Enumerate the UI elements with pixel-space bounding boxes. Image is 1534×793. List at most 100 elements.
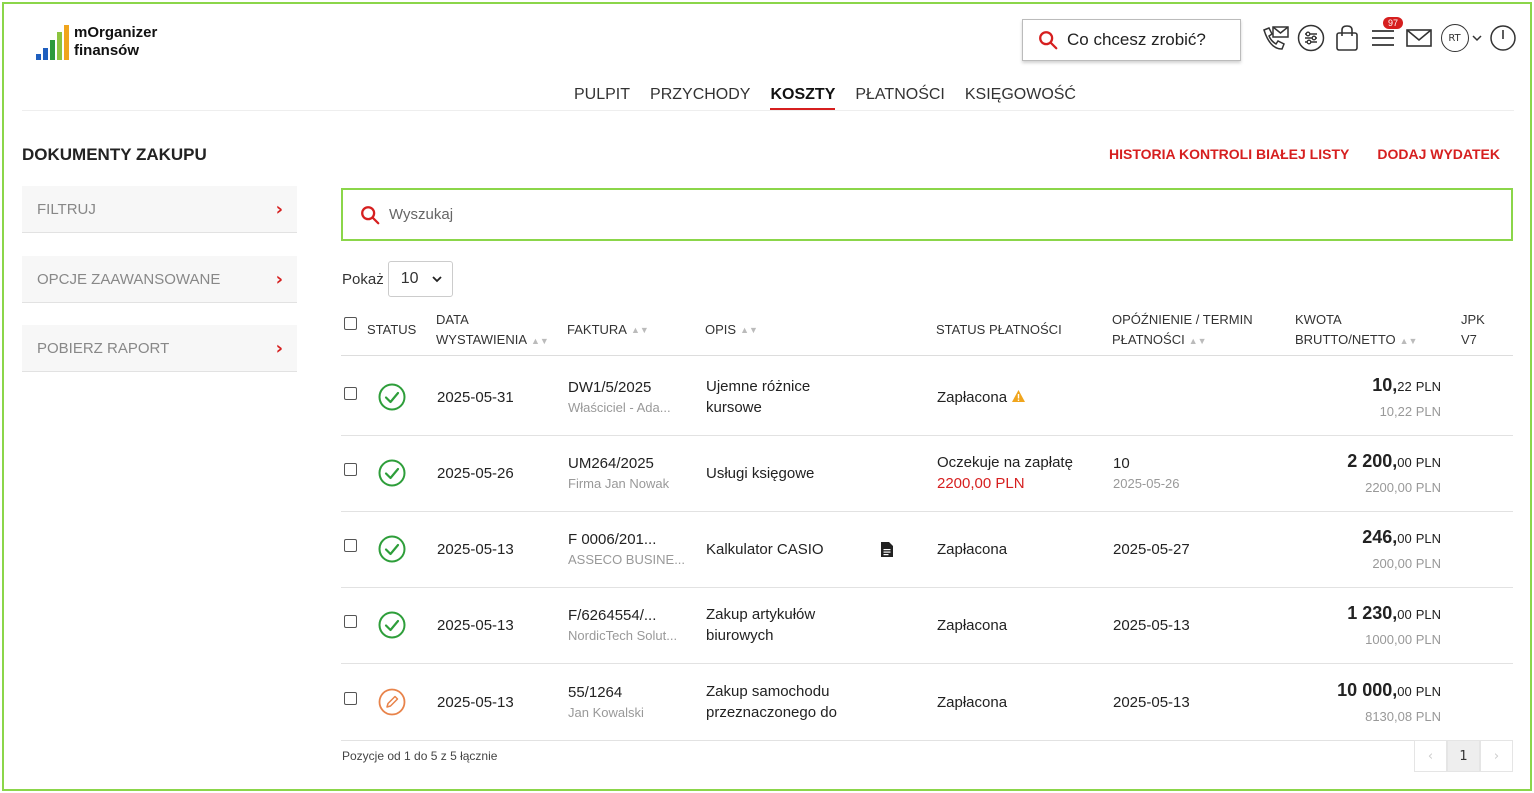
chevron-down-icon (432, 276, 442, 283)
table-row[interactable]: 2025-05-13 F 0006/201... ASSECO BUSINE..… (341, 511, 1513, 588)
logo-text: mOrganizer finansów (74, 24, 157, 60)
status-ok-icon (378, 611, 406, 639)
row-date: 2025-05-13 (437, 693, 514, 711)
pagination-info: Pozycje od 1 do 5 z 5 łącznie (342, 749, 498, 763)
sliders-icon[interactable] (1296, 23, 1326, 53)
row-description: Ujemne różnice kursowe (706, 378, 811, 416)
col-date[interactable]: DATA WYSTAWIENIA ▲▼ (436, 304, 549, 356)
col-status: STATUS (367, 322, 417, 337)
invoice-party: NordicTech Solut... (568, 628, 678, 643)
page-title: DOKUMENTY ZAKUPU (22, 145, 207, 164)
amount-gross: 10 000,00 PLN (1337, 680, 1441, 700)
global-action-search[interactable]: Co chcesz zrobić? (1022, 19, 1241, 61)
pay-remaining: 2200,00 PLN (937, 475, 1025, 492)
row-invoice[interactable]: UM264/2025 Firma Jan Nowak (568, 435, 669, 511)
logo-line-2: finansów (74, 42, 140, 59)
nav-platnosci[interactable]: PŁATNOŚCI (855, 86, 945, 110)
row-invoice[interactable]: 55/1264 Jan Kowalski (568, 664, 644, 740)
app-frame: mOrganizer finansów Co chcesz zrobić? 97… (2, 2, 1532, 791)
page-size-value: 10 (400, 270, 419, 287)
page-1-button[interactable]: 1 (1447, 740, 1480, 772)
row-invoice[interactable]: DW1/5/2025 Właściciel - Ada... (568, 359, 671, 435)
select-all-checkbox[interactable] (344, 304, 357, 356)
phone-mail-icon[interactable] (1260, 23, 1290, 53)
chevron-down-icon (1471, 35, 1482, 42)
row-invoice[interactable]: F 0006/201... ASSECO BUSINE... (568, 511, 685, 587)
sidebar-item-filter[interactable]: FILTRUJ › (22, 186, 297, 233)
col-delay[interactable]: OPÓŹNIENIE / TERMIN PŁATNOŚCI ▲▼ (1112, 304, 1253, 356)
add-expense-link[interactable]: DODAJ WYDATEK (1377, 146, 1500, 162)
bag-icon[interactable] (1332, 23, 1362, 53)
avatar: RT (1440, 24, 1469, 52)
row-checkbox[interactable] (344, 435, 357, 511)
row-checkbox[interactable] (344, 587, 357, 663)
sidebar-item-label: FILTRUJ (37, 200, 96, 218)
nav-ksiegowosc[interactable]: KSIĘGOWOŚĆ (965, 86, 1076, 110)
row-description: Usługi księgowe (706, 464, 815, 482)
invoice-number: UM264/2025 (568, 455, 654, 472)
pagination: ‹ 1 › (1414, 740, 1513, 772)
sidebar-item-report[interactable]: POBIERZ RAPORT › (22, 325, 297, 372)
page-size-select[interactable]: 10 (387, 261, 453, 297)
amount-net: 200,00 PLN (1372, 556, 1441, 571)
amount-net: 8130,08 PLN (1365, 709, 1441, 724)
power-icon[interactable] (1488, 23, 1518, 53)
row-invoice[interactable]: F/6264554/... NordicTech Solut... (568, 587, 677, 663)
sort-icon: ▲▼ (740, 325, 758, 335)
row-pay-status: Zapłacona (937, 693, 1008, 711)
nav-przychody[interactable]: PRZYCHODY (650, 86, 750, 110)
row-status (378, 359, 406, 435)
row-amount: 2 200,00 PLN 2200,00 PLN (1301, 435, 1441, 511)
row-amount: 10,22 PLN 10,22 PLN (1301, 359, 1441, 435)
whitelist-history-link[interactable]: HISTORIA KONTROLI BIAŁEJ LISTY (1109, 146, 1349, 162)
nav-divider (22, 110, 1514, 111)
row-checkbox[interactable] (344, 359, 357, 435)
row-description: Kalkulator CASIO (706, 540, 824, 558)
warning-icon (1012, 389, 1026, 402)
row-checkbox[interactable] (344, 664, 357, 740)
row-pay-status: Zapłacona (937, 616, 1008, 634)
table-row[interactable]: 2025-05-13 55/1264 Jan Kowalski Zakup sa… (341, 664, 1513, 741)
sort-icon: ▲▼ (630, 325, 649, 335)
col-invoice[interactable]: FAKTURA ▲▼ (567, 304, 649, 356)
status-draft-icon (378, 688, 406, 716)
table-header: STATUS DATA WYSTAWIENIA ▲▼ FAKTURA ▲▼ OPIS ▲… (341, 304, 1513, 356)
row-delay: 2025-05-13 (1113, 693, 1190, 711)
row-date: 2025-05-13 (437, 540, 514, 558)
table-row[interactable]: 2025-05-31 DW1/5/2025 Właściciel - Ada..… (341, 359, 1513, 436)
row-checkbox[interactable] (344, 511, 357, 587)
sort-icon: ▲▼ (1399, 335, 1418, 346)
row-amount: 1 230,00 PLN 1000,00 PLN (1301, 587, 1441, 663)
avatar-menu[interactable]: RT (1440, 23, 1482, 53)
search-placeholder: Wyszukaj (389, 206, 454, 223)
search-icon (1039, 31, 1058, 50)
main-nav: PULPIT PRZYCHODY KOSZTY PŁATNOŚCI KSIĘGO… (574, 86, 1096, 110)
nav-koszty[interactable]: KOSZTY (770, 86, 836, 110)
next-page-button[interactable]: › (1480, 740, 1513, 772)
mail-icon[interactable] (1404, 23, 1434, 53)
sidebar-item-advanced[interactable]: OPCJE ZAAWANSOWANE › (22, 256, 297, 303)
amount-gross: 10,22 PLN (1372, 375, 1441, 395)
search-input[interactable]: Wyszukaj (341, 188, 1513, 241)
logo[interactable]: mOrganizer finansów (36, 24, 157, 60)
sidebar-item-label: POBIERZ RAPORT (37, 339, 170, 357)
nav-pulpit[interactable]: PULPIT (574, 86, 630, 110)
amount-net: 2200,00 PLN (1365, 480, 1441, 495)
sort-icon: ▲▼ (1188, 335, 1207, 346)
table-row[interactable]: 2025-05-26 UM264/2025 Firma Jan Nowak Us… (341, 435, 1513, 512)
invoice-party: Właściciel - Ada... (568, 400, 671, 415)
logo-bars-icon (36, 24, 70, 60)
col-desc[interactable]: OPIS ▲▼ (705, 304, 758, 356)
page-size: Pokaż 10 (342, 261, 453, 297)
table-row[interactable]: 2025-05-13 F/6264554/... NordicTech Solu… (341, 587, 1513, 664)
list-icon[interactable]: 97 (1368, 17, 1404, 53)
invoice-number: 55/1264 (568, 684, 623, 701)
attachment-icon[interactable] (881, 511, 893, 587)
row-description: Zakup artykułów biurowych (706, 606, 816, 644)
status-ok-icon (378, 383, 406, 411)
invoice-party: Firma Jan Nowak (568, 476, 670, 491)
prev-page-button[interactable]: ‹ (1414, 740, 1447, 772)
col-amount[interactable]: KWOTA BRUTTO/NETTO ▲▼ (1295, 304, 1417, 356)
row-delay: 2025-05-27 (1113, 540, 1190, 558)
row-date: 2025-05-26 (437, 464, 514, 482)
